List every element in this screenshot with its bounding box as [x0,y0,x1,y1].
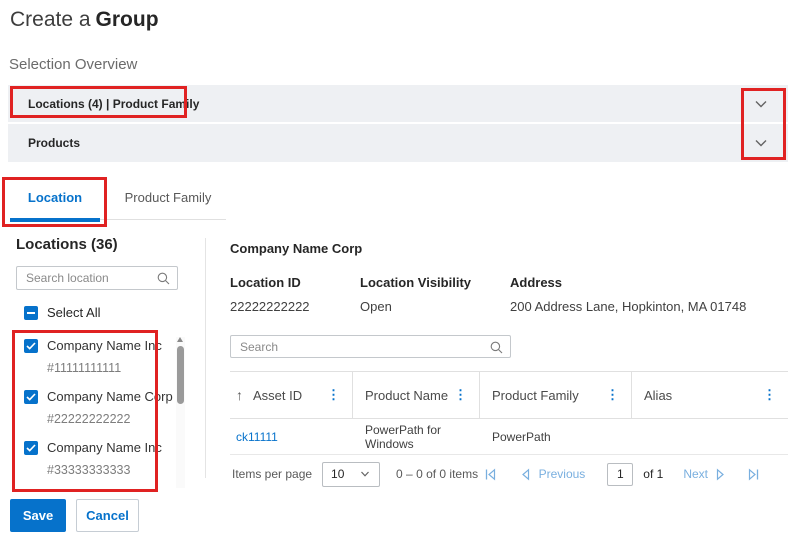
tab-product-family[interactable]: Product Family [110,190,226,205]
assets-table: ↑ Asset ID ⋮ Product Name ⋮ Product Fami… [230,371,788,493]
location-name: Company Name Corp [47,387,173,406]
field-label: Address [510,275,746,290]
tab-location[interactable]: Location [10,190,100,205]
chevron-down-icon [359,468,371,480]
create-group-page: Create aGroup Selection Overview Locatio… [0,0,800,546]
field-value: 200 Address Lane, Hopkinton, MA 01748 [510,299,746,314]
page-title-prefix: Create a [10,8,91,31]
search-icon [157,272,170,285]
items-per-page-label: Items per page [232,467,312,481]
panel-divider [205,238,206,478]
search-icon [490,341,503,354]
location-name: Company Name Inc [47,438,162,457]
items-range-text: 0 – 0 of 0 items [396,467,478,481]
field-value: Open [360,299,510,314]
chevron-down-icon[interactable] [752,134,770,152]
field-location-visibility: Location Visibility Open [360,275,510,314]
save-button[interactable]: Save [10,499,66,532]
cancel-button[interactable]: Cancel [76,499,139,532]
table-row: ck11111 PowerPath for Windows PowerPath [230,419,788,455]
next-page-icon[interactable] [715,468,727,481]
field-label: Location Visibility [360,275,510,290]
scrollbar-thumb[interactable] [177,346,184,404]
next-button[interactable]: Next [683,467,708,481]
table-header-row: ↑ Asset ID ⋮ Product Name ⋮ Product Fami… [230,371,788,419]
previous-button[interactable]: Previous [539,467,586,481]
previous-page-icon[interactable] [519,468,531,481]
list-scrollbar[interactable] [176,337,185,488]
page-title-emphasis: Group [96,8,159,31]
page-total-text: of 1 [643,467,663,481]
column-header-alias: Alias ⋮ [632,372,788,418]
checkbox-checked-icon[interactable] [24,339,38,353]
items-per-page-value: 10 [331,467,344,481]
checkbox-indeterminate-icon[interactable] [24,306,38,320]
selected-company-name: Company Name Corp [230,241,788,256]
product-family-cell: PowerPath [480,430,632,444]
column-menu-icon[interactable]: ⋮ [327,389,340,401]
column-header-product-name: Product Name ⋮ [353,372,480,418]
location-name: Company Name Inc [47,336,162,355]
section-title: Selection Overview [9,56,137,73]
locations-panel: Locations (36) Select All Company Name I… [8,236,204,489]
field-value: 22222222222 [230,299,360,314]
field-address: Address 200 Address Lane, Hopkinton, MA … [510,275,746,314]
checkbox-checked-icon[interactable] [24,390,38,404]
footer-actions: Save Cancel [10,499,139,532]
scroll-up-arrow-icon[interactable] [177,337,183,342]
pagination-controls: Previous of 1 Next [484,463,760,486]
product-name-cell: PowerPath for Windows [353,423,480,451]
page-number-input[interactable] [607,463,633,486]
location-details: Location ID 22222222222 Location Visibil… [230,275,788,314]
accordion-products[interactable]: Products [8,124,788,162]
field-location-id: Location ID 22222222222 [230,275,360,314]
locations-count-header: Locations (36) [16,236,204,253]
column-menu-icon[interactable]: ⋮ [454,389,467,401]
last-page-icon[interactable] [747,468,760,481]
tab-strip: Location Product Family [10,182,226,220]
tab-active-indicator [10,218,100,222]
sort-ascending-icon[interactable]: ↑ [236,387,243,403]
checkbox-checked-icon[interactable] [24,441,38,455]
field-label: Location ID [230,275,360,290]
location-search [16,266,178,290]
asset-id-link[interactable]: ck11111 [230,430,353,444]
table-pagination: Items per page 10 0 – 0 of 0 items Previ… [230,455,788,493]
column-label: Asset ID [253,388,302,403]
accordion-products-label: Products [28,136,80,150]
column-menu-icon[interactable]: ⋮ [763,389,776,401]
first-page-icon[interactable] [484,468,497,481]
asset-search-input[interactable] [231,336,510,357]
column-label: Alias [644,388,672,403]
select-all-label: Select All [47,305,100,320]
accordion-locations-product-family[interactable]: Locations (4) | Product Family [8,85,788,122]
column-label: Product Family [492,388,579,403]
column-header-product-family: Product Family ⋮ [480,372,632,418]
select-all-row[interactable]: Select All [24,305,204,320]
page-title: Create aGroup [10,8,159,32]
column-header-asset-id: ↑ Asset ID ⋮ [230,372,353,418]
location-search-input[interactable] [17,267,177,289]
column-label: Product Name [365,388,448,403]
column-menu-icon[interactable]: ⋮ [606,389,619,401]
asset-search [230,335,511,358]
accordion-locations-label: Locations (4) | Product Family [28,97,199,111]
items-per-page-select[interactable]: 10 [322,462,380,487]
details-panel: Company Name Corp Location ID 2222222222… [230,241,788,493]
chevron-down-icon[interactable] [752,95,770,113]
